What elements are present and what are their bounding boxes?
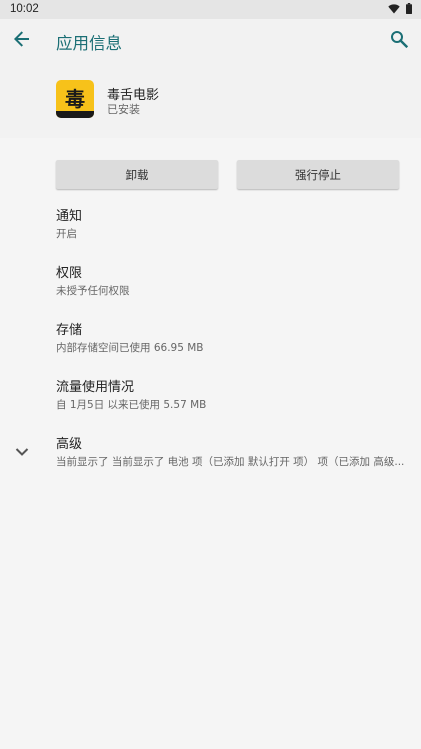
setting-title: 存储: [56, 323, 83, 338]
setting-summary: 未授予任何权限: [56, 285, 130, 297]
status-icons: [388, 3, 412, 17]
setting-title: 通知: [56, 209, 83, 224]
app-icon: 毒: [56, 80, 94, 118]
setting-title: 高级: [56, 437, 83, 452]
back-button[interactable]: [8, 27, 36, 55]
chevron-down-icon[interactable]: [12, 442, 32, 462]
setting-permissions[interactable]: 权限 未授予任何权限: [56, 266, 406, 298]
app-info-screen: 10:02 应用信息 毒 毒舌电影 已安装 卸载 强行停止 通知 开启 权限 未…: [0, 0, 421, 749]
wifi-icon: [388, 3, 400, 17]
setting-data-usage[interactable]: 流量使用情况 自 1月5日 以来已使用 5.57 MB: [56, 380, 406, 412]
uninstall-button[interactable]: 卸载: [56, 160, 218, 189]
app-bar: 应用信息: [0, 19, 421, 63]
page-title: 应用信息: [56, 34, 122, 53]
setting-title: 权限: [56, 266, 83, 281]
status-bar: 10:02: [0, 0, 421, 19]
app-icon-strip: [56, 111, 94, 118]
arrow-back-icon: [13, 30, 31, 52]
setting-title: 流量使用情况: [56, 380, 135, 395]
search-button[interactable]: [385, 27, 413, 55]
app-install-status: 已安装: [107, 103, 140, 116]
setting-advanced[interactable]: 高级 当前显示了 当前显示了 电池 项（已添加 默认打开 项） 项（已添加 高级…: [56, 437, 406, 469]
search-icon: [390, 30, 409, 52]
force-stop-button[interactable]: 强行停止: [237, 160, 399, 189]
battery-icon: [406, 3, 412, 17]
setting-summary: 内部存储空间已使用 66.95 MB: [56, 342, 204, 354]
setting-summary: 开启: [56, 228, 77, 240]
setting-summary: 自 1月5日 以来已使用 5.57 MB: [56, 399, 207, 411]
setting-summary: 当前显示了 当前显示了 电池 项（已添加 默认打开 项） 项（已添加 高级...: [56, 456, 405, 468]
setting-storage[interactable]: 存储 内部存储空间已使用 66.95 MB: [56, 323, 406, 355]
setting-notifications[interactable]: 通知 开启: [56, 209, 406, 241]
app-icon-glyph: 毒: [65, 87, 85, 111]
status-time: 10:02: [10, 3, 39, 15]
app-header: 毒 毒舌电影 已安装: [0, 63, 421, 138]
